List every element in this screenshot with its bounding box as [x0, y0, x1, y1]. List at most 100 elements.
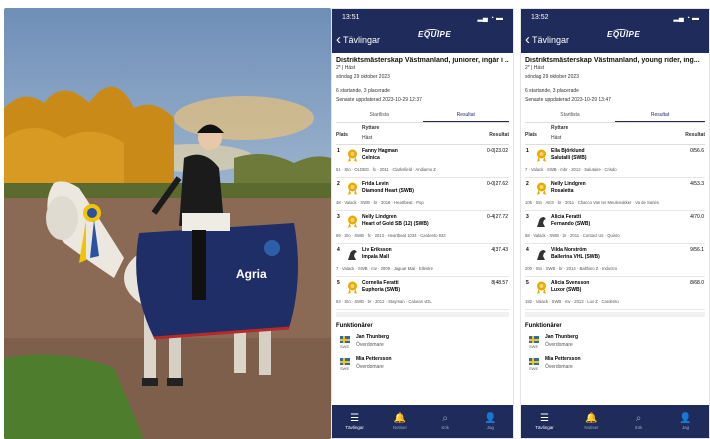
result-score: 8|48.57: [491, 280, 508, 286]
rider-name: Frida Levin: [362, 181, 389, 187]
result-row[interactable]: 2 Nelly Lindgren Rosaletta 4/53.3 105 · Sto …: [525, 178, 705, 211]
back-chevron-icon[interactable]: ‹: [525, 32, 530, 47]
bottom-tab-bar: ☰ Tävlingar 🔔 Notiser ⌕ Sök 👤 Jag: [521, 405, 709, 438]
tab-results[interactable]: Resultat: [615, 110, 705, 122]
tab-menu[interactable]: ☰ Tävlingar: [521, 405, 568, 438]
search-icon: ⌕: [442, 413, 448, 424]
functionary-row[interactable]: SWE Jan Thunberg Överdomare: [336, 333, 509, 355]
horse-info: 53 · Sto · SWB · br · 2012 · Stayman · C…: [336, 299, 432, 304]
tab-results[interactable]: Resultat: [422, 110, 509, 122]
blanket-text: Agria: [236, 267, 267, 281]
result-row[interactable]: 4 Vilda Norström Ballerina VHL (SWB) 9/56.1…: [525, 244, 705, 277]
result-row[interactable]: 5 Cornelia Feratti Euphoria (SWB) 8|48.57 53…: [336, 277, 509, 310]
back-chevron-icon[interactable]: ‹: [336, 32, 341, 47]
result-score: 4/70.0: [690, 214, 704, 220]
result-score: 0-4|27.72: [486, 214, 508, 220]
horse-name: Heart of Gold SB (12) (SWB): [362, 221, 429, 227]
tab-search[interactable]: ⌕ Sök: [423, 405, 468, 438]
signal-wifi-battery-icon: ▂▄ ◔ ▬: [477, 14, 503, 22]
last-updated: Senaste uppdaterad 2023-10-29 12:37: [336, 97, 422, 103]
tab-label: Tävlingar: [535, 425, 554, 430]
result-score: 4|37.43: [491, 247, 508, 253]
col-place: Plats: [336, 132, 348, 138]
tab-label: Notiser: [584, 425, 599, 430]
tab-label: Sök: [634, 425, 643, 430]
placing-number: 3: [526, 214, 529, 220]
results-list: 1 Fanny Hagman Celnica 0-0|23.02 51 · Sto · …: [336, 145, 509, 310]
horse-name: Impala Mall: [362, 254, 389, 260]
tab-bell[interactable]: 🔔 Notiser: [377, 405, 422, 438]
functionary-row[interactable]: SWE Jan Thunberg Överdomare: [525, 333, 705, 355]
horse-name: Fernando (SWB): [551, 221, 591, 227]
placing-number: 2: [526, 181, 529, 187]
class-date: söndag 29 oktober 2023: [336, 74, 390, 80]
functionaries-title: Funktionärer: [336, 312, 509, 333]
result-score: 0/56.6: [690, 148, 704, 154]
sweden-flag-icon: [529, 336, 539, 343]
rider-name: Alicia Feratti: [551, 214, 582, 220]
functionary-role: Överdomare: [356, 342, 384, 348]
functionary-role: Överdomare: [545, 364, 573, 370]
equipe-logo: EQUIPE: [418, 30, 452, 39]
horse-head-icon: [345, 248, 360, 262]
functionary-name: Mia Pettersson: [545, 356, 581, 362]
tab-bell[interactable]: 🔔 Notiser: [568, 405, 615, 438]
tab-label: Jag: [681, 425, 690, 430]
functionary-role: Överdomare: [545, 342, 573, 348]
tab-menu[interactable]: ☰ Tävlingar: [332, 405, 377, 438]
back-button[interactable]: Tävlingar: [532, 35, 569, 45]
placing-number: 4: [337, 247, 340, 253]
horse-info: 48 · Valack · SWB · br · 2016 · Heartbea…: [336, 200, 424, 205]
functionary-row[interactable]: SWE Mia Pettersson Överdomare: [525, 355, 705, 377]
sweden-flag-icon: [340, 336, 350, 343]
tab-person[interactable]: 👤 Jag: [662, 405, 709, 438]
result-row[interactable]: 1 Ella Björklund Salutalli (SWB) 0/56.6 7 · …: [525, 145, 705, 178]
tab-startlist[interactable]: Startlista: [525, 110, 615, 122]
horse-info: 7 · Valack · SWB · mv · 2009 · Jaguar Ma…: [336, 266, 433, 271]
search-icon: ⌕: [635, 413, 642, 424]
class-title: Distriktsmästerskap Västmanland, young r…: [525, 57, 700, 64]
result-row[interactable]: 1 Fanny Hagman Celnica 0-0|23.02 51 · Sto · …: [336, 145, 509, 178]
starter-counts: 6 startande, 3 placerade: [336, 88, 390, 94]
country-code: SWE: [529, 366, 539, 371]
segment-control: Startlista Resultat: [336, 110, 509, 123]
rosette-icon: [534, 149, 549, 163]
tab-person[interactable]: 👤 Jag: [468, 405, 513, 438]
rider-name: Liv Eriksson: [362, 247, 392, 253]
person-icon: 👤: [679, 413, 692, 424]
horse-name: Diamond Heart (SWB): [362, 188, 414, 194]
back-button[interactable]: Tävlingar: [343, 35, 380, 45]
result-row[interactable]: 4 Liv Eriksson Impala Mall 4|37.43 7 · Valac…: [336, 244, 509, 277]
result-row[interactable]: 2 Frida Levin Diamond Heart (SWB) 0-0|27.62…: [336, 178, 509, 211]
results-list: 1 Ella Björklund Salutalli (SWB) 0/56.6 7 · …: [525, 145, 705, 310]
status-time: 13:51: [342, 14, 360, 21]
class-type: 2* | Häst: [525, 65, 545, 71]
tab-search[interactable]: ⌕ Sök: [615, 405, 662, 438]
col-horse: Häst: [362, 135, 373, 141]
horse-info: 7 · Valack · SWB · mbr · 2012 · Salutair…: [525, 167, 617, 172]
bottom-tab-bar: ☰ Tävlingar 🔔 Notiser ⌕ Sök 👤 Jag: [332, 405, 513, 438]
tab-startlist[interactable]: Startlista: [336, 110, 423, 122]
result-row[interactable]: 5 Alicia Svensson Luxor (SWB) 8/68.0 192 · V…: [525, 277, 705, 310]
rosette-icon: [345, 281, 360, 295]
segment-control: Startlista Resultat: [525, 110, 705, 123]
placing-number: 5: [337, 280, 340, 286]
col-rider: Ryttare: [551, 125, 569, 131]
rosette-icon: [534, 281, 549, 295]
result-row[interactable]: 3 Nelly Lindgren Heart of Gold SB (12) (SW…: [336, 211, 509, 244]
result-row[interactable]: 3 Alicia Feratti Fernando (SWB) 4/70.0 58 · …: [525, 211, 705, 244]
menu-icon: ☰: [350, 413, 360, 424]
last-updated: Senaste uppdaterad 2023-10-29 13:47: [525, 97, 611, 103]
horse-name: Rosaletta: [551, 188, 574, 194]
placing-number: 1: [526, 148, 529, 154]
horse-name: Salutalli (SWB): [551, 155, 587, 161]
functionary-row[interactable]: SWE Mia Pettersson Överdomare: [336, 355, 509, 377]
result-score: 0-0|23.02: [486, 148, 508, 154]
horse-head-icon: [534, 248, 549, 262]
functionaries-title: Funktionärer: [525, 312, 705, 333]
horse-info: 58 · Valack · SWB · br · 2011 · Contact …: [525, 233, 620, 238]
rider-name: Alicia Svensson: [551, 280, 590, 286]
tab-label: Sök: [441, 425, 449, 430]
functionaries-list: SWE Jan Thunberg Överdomare SWE Mia Petterss…: [336, 333, 509, 377]
bell-icon: 🔔: [585, 413, 598, 424]
